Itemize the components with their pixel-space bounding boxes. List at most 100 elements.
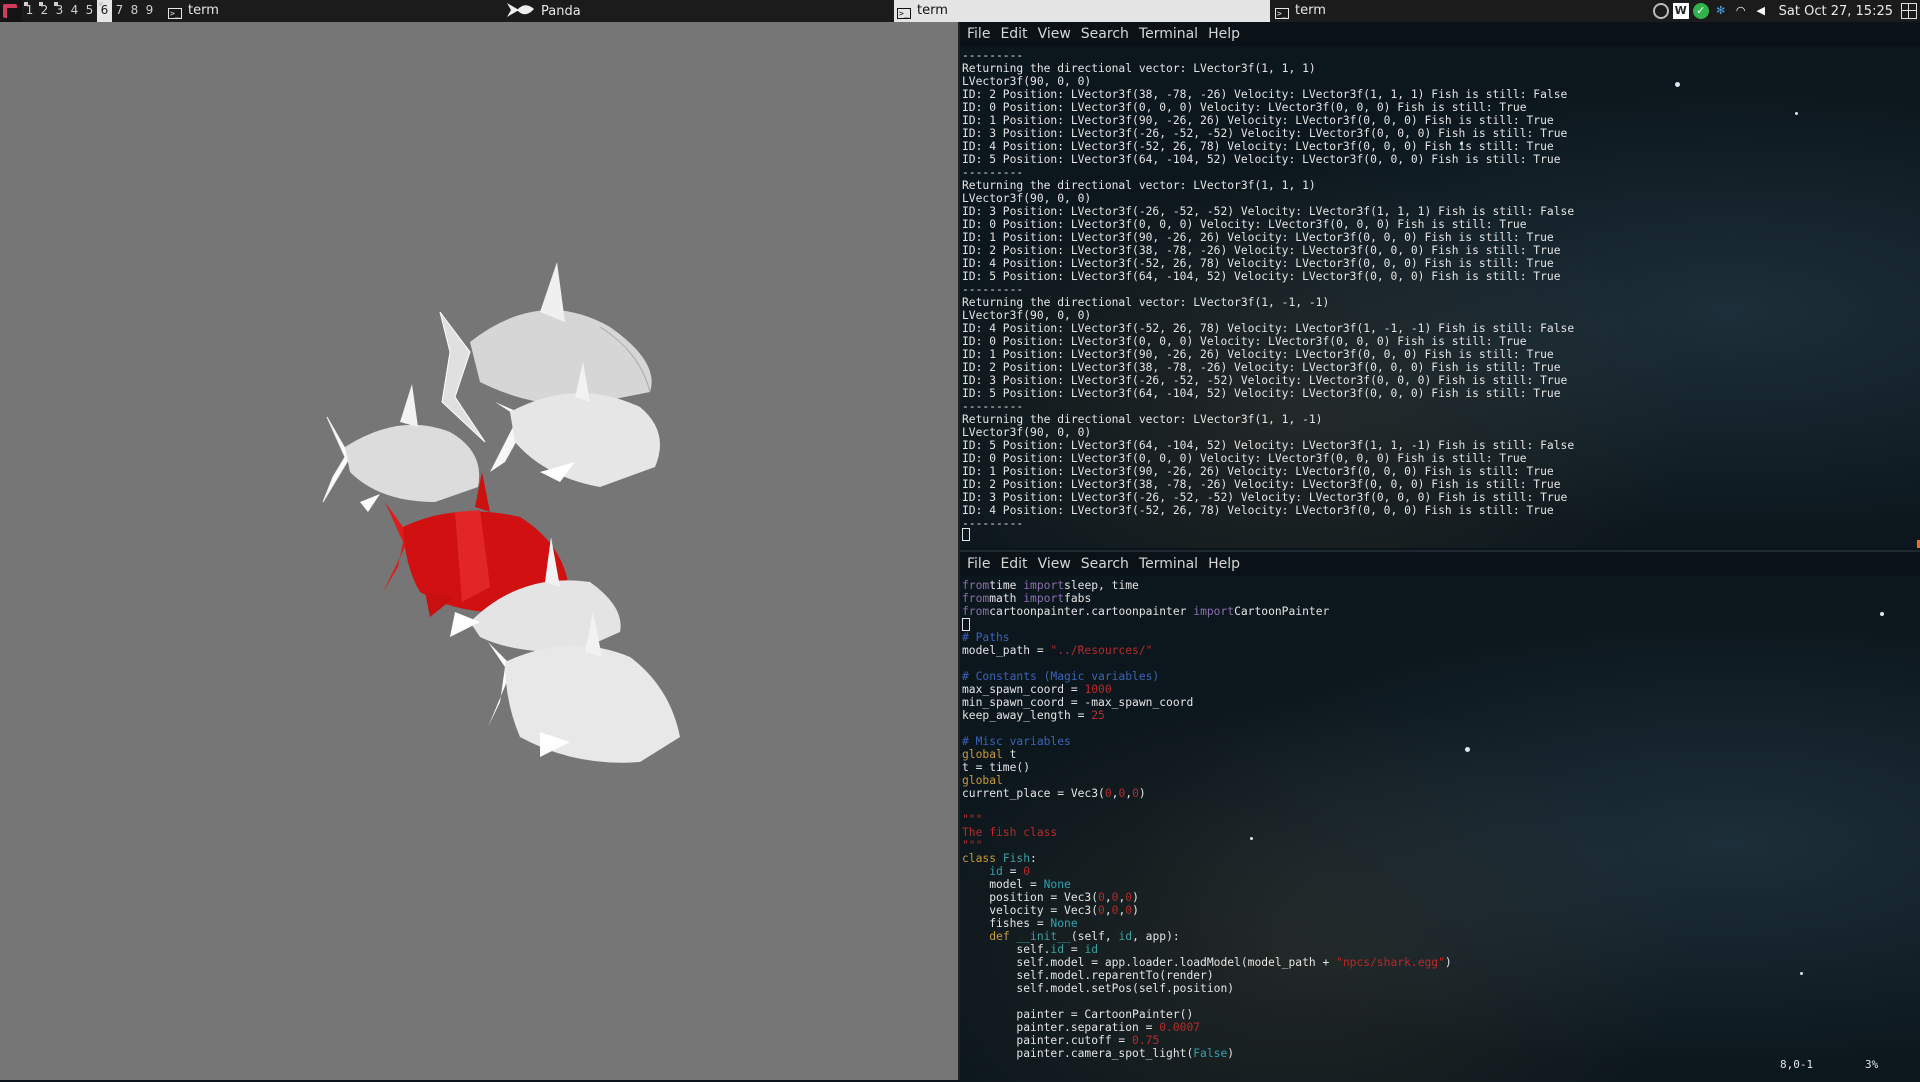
menu-file[interactable]: File [967,26,990,42]
output-line: ID: 1 Position: LVector3f(90, -26, 26) V… [962,231,1554,244]
task-label: term [917,3,948,18]
menu-help[interactable]: Help [1208,556,1240,572]
code-token: # Misc variables [962,735,1071,748]
code-line: fishes = None [962,917,1920,930]
code-token: painter = CartoonPainter() [962,1008,1194,1021]
code-line: # Constants (Magic variables) [962,670,1920,683]
workspace-7[interactable]: 7 [112,0,127,22]
code-line: The fish class [962,826,1920,839]
system-tray: W ✓ ✻ ◠ ◀ Sat Oct 27, 15:25 [1652,0,1920,22]
code-token: None [1050,917,1078,930]
code-token: # Paths [962,631,1010,644]
output-line: ID: 5 Position: LVector3f(64, -104, 52) … [962,270,1561,283]
code-token: fabs [1064,592,1092,605]
workspace-3[interactable]: 3 [52,0,67,22]
output-line: ID: 4 Position: LVector3f(-52, 26, 78) V… [962,257,1554,270]
output-line: Returning the directional vector: LVecto… [962,296,1330,309]
volume-icon[interactable]: ◀ [1753,3,1769,19]
workspace-4[interactable]: 4 [67,0,82,22]
output-line: --------- [962,517,1024,530]
code-line: # Misc variables [962,735,1920,748]
menu-view[interactable]: View [1038,26,1071,42]
code-token: fishes = [962,917,1051,930]
code-line: self.model = app.loader.loadModel(model_… [962,956,1920,969]
code-token: __init__ [1009,930,1071,943]
workspace-1[interactable]: 1 [22,0,37,22]
task-label: Panda [541,4,581,19]
menu-edit[interactable]: Edit [1000,556,1027,572]
output-line: LVector3f(90, 0, 0) [962,309,1092,322]
network-icon[interactable] [1652,3,1669,19]
workspace-2[interactable]: 2 [37,0,52,22]
menu-view[interactable]: View [1038,556,1071,572]
menu-edit[interactable]: Edit [1000,26,1027,42]
output-line: ID: 0 Position: LVector3f(0, 0, 0) Veloc… [962,101,1527,114]
menu-search[interactable]: Search [1081,26,1129,42]
code-token: , app): [1132,930,1180,943]
menu-terminal[interactable]: Terminal [1139,556,1198,572]
fish-icon [507,3,534,17]
output-line: ID: 2 Position: LVector3f(38, -78, -26) … [962,478,1561,491]
check-icon[interactable]: ✓ [1692,3,1709,19]
bluetooth-icon[interactable]: ✻ [1713,3,1729,19]
output-line: ID: 1 Position: LVector3f(90, -26, 26) V… [962,348,1554,361]
code-token: """ [962,813,983,826]
top-panel: 123456789 >_ term Panda >_ term >_ term W ✓… [0,0,1920,23]
task-term-active[interactable]: >_ term [894,0,1270,22]
output-line: ID: 3 Position: LVector3f(-26, -52, -52)… [962,205,1575,218]
menu-search[interactable]: Search [1081,556,1129,572]
output-line: ID: 4 Position: LVector3f(-52, 26, 78) V… [962,140,1554,153]
code-token: math [989,592,1024,605]
workspace-8[interactable]: 8 [127,0,142,22]
output-line: --------- [962,49,1024,62]
code-token: id [989,865,1003,878]
code-token: self.model.reparentTo(render) [962,969,1214,982]
task-term-1[interactable]: >_ term [165,0,219,22]
code-token: # Constants (Magic variables) [962,670,1160,683]
workspace-9[interactable]: 9 [142,0,157,22]
task-term-3[interactable]: >_ term [1272,0,1326,22]
code-token: import [1023,579,1065,592]
code-line: fromtime importsleep, time [962,579,1920,592]
code-editor-buffer[interactable]: fromtime importsleep, time frommath impor… [960,576,1920,1060]
output-line: ID: 4 Position: LVector3f(-52, 26, 78) V… [962,504,1554,517]
code-token: 1000 [1084,683,1112,696]
code-token: t [1002,748,1017,761]
cursor-position: 8,0-1 [1780,1058,1814,1071]
panda-viewport[interactable] [0,22,960,1080]
terminal-editor-window[interactable]: File Edit View Search Terminal Help fromtime … [960,550,1920,1082]
code-line: velocity = Vec3(0,0,0) [962,904,1920,917]
output-line: ID: 1 Position: LVector3f(90, -26, 26) V… [962,114,1554,127]
code-line: def __init__(self, id, app): [962,930,1920,943]
code-token: time [989,579,1024,592]
menu-logo-icon[interactable] [0,0,22,22]
code-token: "npcs/shark.egg" [1336,956,1445,969]
menu-terminal[interactable]: Terminal [1139,26,1198,42]
code-line: current_place = Vec3(0,0,0) [962,787,1920,800]
menu-help[interactable]: Help [1208,26,1240,42]
workspace-5[interactable]: 5 [82,0,97,22]
output-line: --------- [962,166,1024,179]
layout-grid-icon[interactable] [1901,3,1917,19]
wikipedia-icon[interactable]: W [1672,3,1689,19]
code-line: class Fish: [962,852,1920,865]
code-token: , [1104,891,1112,904]
wifi-icon[interactable]: ◠ [1733,3,1749,19]
workspace-6[interactable]: 6 [97,0,112,22]
output-line: ID: 0 Position: LVector3f(0, 0, 0) Veloc… [962,452,1527,465]
terminal-output-window[interactable]: File Edit View Search Terminal Help ---------… [960,22,1920,548]
clock[interactable]: Sat Oct 27, 15:25 [1779,4,1893,19]
code-line: min_spawn_coord = -max_spawn_coord [962,696,1920,709]
code-line: # Paths [962,631,1920,644]
code-line: global t [962,748,1920,761]
code-token: 0 [1104,787,1112,800]
menu-file[interactable]: File [967,556,990,572]
code-token: 0 [1098,904,1105,917]
task-label: term [188,3,219,18]
code-token: Fish [996,852,1031,865]
output-line: Returning the directional vector: LVecto… [962,413,1323,426]
task-panda[interactable]: Panda [505,0,581,22]
code-token: min_spawn_coord = -max_spawn_coord [962,696,1194,709]
